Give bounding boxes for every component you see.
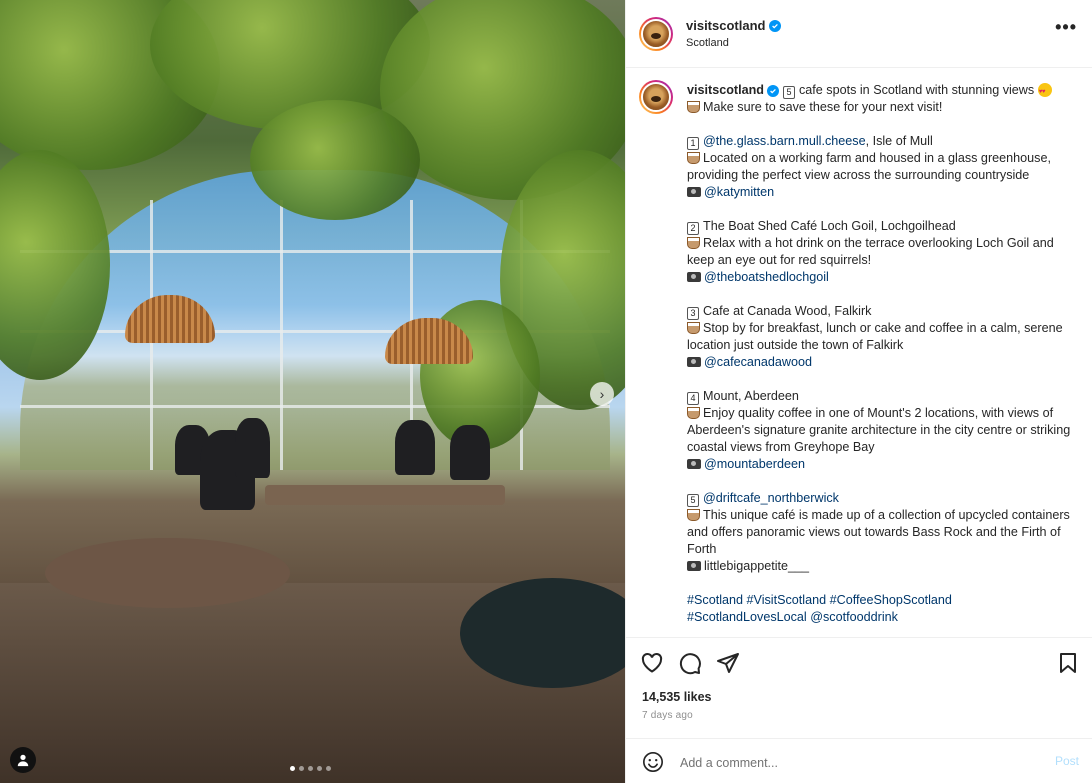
carousel-dot: [299, 766, 304, 771]
header-location[interactable]: Scotland: [686, 37, 729, 49]
tagged-users-button[interactable]: [10, 747, 36, 773]
carousel-dot: [317, 766, 322, 771]
save-button[interactable]: [1056, 651, 1082, 677]
camera-emoji-icon: [687, 357, 701, 367]
item-title: Mount, Aberdeen: [703, 389, 799, 403]
keycap-number-icon: 5: [687, 494, 699, 507]
item-desc: Enjoy quality coffee in one of Mount's 2…: [687, 406, 1071, 454]
more-options-button[interactable]: •••: [1055, 18, 1077, 36]
avatar[interactable]: [639, 17, 673, 51]
credit-link[interactable]: @katymitten: [704, 185, 774, 199]
caption-section: visitscotland 5 cafe spots in Scotland wi…: [626, 68, 1092, 638]
credit-link[interactable]: @mountaberdeen: [704, 457, 805, 471]
post-timestamp[interactable]: 7 days ago: [642, 710, 693, 721]
carousel-dot-active: [290, 766, 295, 771]
hashtags[interactable]: #ScotlandLovesLocal @scotfooddrink: [687, 610, 898, 624]
post-header: visitscotland Scotland •••: [626, 0, 1092, 68]
smiley-icon[interactable]: [642, 751, 664, 773]
coffee-emoji-icon: [687, 101, 700, 113]
keycap-number-icon: 4: [687, 392, 699, 405]
next-slide-button[interactable]: ›: [590, 382, 614, 406]
camera-emoji-icon: [687, 187, 701, 197]
credit-text: littlebigappetite___: [704, 559, 810, 573]
caption-intro-2: Make sure to save these for your next vi…: [703, 100, 943, 114]
verified-badge-icon: [769, 19, 782, 32]
chevron-right-icon: ›: [599, 386, 605, 402]
like-button[interactable]: [640, 651, 666, 677]
mention-link[interactable]: @the.glass.barn.mull.cheese: [703, 134, 866, 148]
heart-icon: [641, 653, 663, 673]
post-side-panel: visitscotland Scotland ••• visitscotland…: [625, 0, 1092, 783]
item-desc: Stop by for breakfast, lunch or cake and…: [687, 321, 1063, 352]
send-icon: [717, 653, 739, 673]
caption-username[interactable]: visitscotland: [687, 83, 764, 97]
post-comment-button[interactable]: Post: [1055, 754, 1079, 768]
caption-intro: cafe spots in Scotland with stunning vie…: [798, 83, 1035, 97]
post-viewer: › visitscotland Scotland ••• visitscotla…: [0, 0, 1092, 783]
comment-button[interactable]: [678, 651, 704, 677]
heart-eyes-emoji-icon: [1037, 83, 1052, 99]
item-desc: This unique café is made up of a collect…: [687, 508, 1070, 556]
caption-avatar[interactable]: [639, 80, 673, 114]
post-photo[interactable]: ›: [0, 0, 625, 783]
item-title: Cafe at Canada Wood, Falkirk: [703, 304, 872, 318]
comment-input[interactable]: [678, 752, 1032, 774]
keycap-number-icon: 3: [687, 307, 699, 320]
keycap-number-icon: 5: [782, 86, 795, 99]
comment-icon: [679, 653, 701, 675]
keycap-number-icon: 2: [687, 222, 699, 235]
item-desc: Relax with a hot drink on the terrace ov…: [687, 236, 1054, 267]
keycap-number-icon: 1: [687, 137, 699, 150]
person-icon: [17, 754, 29, 767]
likes-count[interactable]: 14,535 likes: [642, 690, 712, 704]
carousel-dot: [326, 766, 331, 771]
mention-link[interactable]: @driftcafe_northberwick: [703, 491, 839, 505]
carousel-dot: [308, 766, 313, 771]
camera-emoji-icon: [687, 459, 701, 469]
credit-link[interactable]: @cafecanadawood: [704, 355, 812, 369]
item-title: , Isle of Mull: [865, 134, 933, 148]
coffee-emoji-icon: [687, 407, 700, 419]
comment-bar: Post: [626, 738, 1092, 783]
caption-text: visitscotland 5 cafe spots in Scotland wi…: [687, 82, 1079, 626]
camera-emoji-icon: [687, 272, 701, 282]
verified-badge-icon: [767, 85, 780, 97]
action-bar: [626, 645, 1092, 681]
coffee-emoji-icon: [687, 509, 700, 521]
credit-link[interactable]: @theboatshedlochgoil: [704, 270, 829, 284]
carousel-indicator: [290, 766, 331, 771]
bookmark-icon: [1060, 653, 1076, 673]
hashtags[interactable]: #Scotland #VisitScotland #CoffeeShopScot…: [687, 593, 952, 607]
header-username[interactable]: visitscotland: [686, 18, 765, 33]
item-title: The Boat Shed Café Loch Goil, Lochgoilhe…: [703, 219, 956, 233]
coffee-emoji-icon: [687, 322, 700, 334]
item-desc: Located on a working farm and housed in …: [687, 151, 1051, 182]
camera-emoji-icon: [687, 561, 701, 571]
share-button[interactable]: [716, 651, 742, 677]
coffee-emoji-icon: [687, 152, 700, 164]
coffee-emoji-icon: [687, 237, 700, 249]
